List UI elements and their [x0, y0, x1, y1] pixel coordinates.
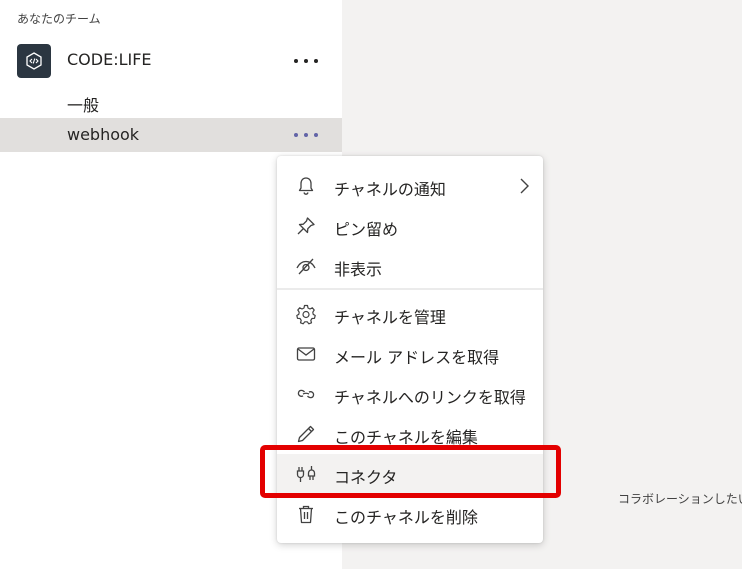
- menu-item-label: ピン留め: [334, 220, 399, 239]
- menu-item-channel-notifications[interactable]: チャネルの通知: [277, 166, 543, 206]
- menu-item-label: チャネルへのリンクを取得: [334, 388, 526, 407]
- channel-item-general[interactable]: 一般: [0, 85, 342, 119]
- chevron-right-icon: [520, 178, 529, 194]
- menu-item-label: このチャネルを削除: [334, 508, 478, 527]
- pencil-icon: [297, 425, 315, 443]
- menu-item-label: チャネルの通知: [334, 180, 446, 199]
- menu-item-pin[interactable]: ピン留め: [277, 206, 543, 246]
- channel-item-webhook[interactable]: webhook: [0, 118, 342, 152]
- link-icon: [297, 389, 315, 399]
- bell-icon: [298, 177, 314, 195]
- team-more-options-icon[interactable]: [294, 53, 318, 69]
- menu-item-get-link[interactable]: チャネルへのリンクを取得: [277, 374, 543, 414]
- menu-item-manage-channel[interactable]: チャネルを管理: [277, 294, 543, 334]
- trash-icon: [299, 505, 313, 524]
- menu-item-delete-channel[interactable]: このチャネルを削除: [277, 494, 543, 534]
- main-pane-text: コラボレーションしたい: [618, 492, 742, 506]
- channel-label: webhook: [67, 125, 140, 144]
- teams-section-heading: あなたのチーム: [17, 12, 101, 26]
- eye-off-icon: [296, 258, 316, 275]
- team-name: CODE:LIFE: [67, 50, 152, 69]
- channel-label: 一般: [67, 96, 100, 115]
- menu-item-get-email[interactable]: メール アドレスを取得: [277, 334, 543, 374]
- menu-item-label: メール アドレスを取得: [334, 348, 500, 367]
- annotation-highlight-box: [260, 445, 561, 498]
- menu-item-label: チャネルを管理: [334, 308, 446, 327]
- menu-item-hide[interactable]: 非表示: [277, 246, 543, 286]
- team-row[interactable]: CODE:LIFE: [0, 40, 342, 80]
- mail-icon: [296, 347, 316, 361]
- gear-icon: [296, 304, 316, 325]
- menu-item-label: 非表示: [334, 260, 383, 279]
- menu-divider: [277, 288, 543, 290]
- code-brackets-icon: [26, 52, 42, 70]
- pin-icon: [297, 217, 315, 235]
- channel-more-options-icon[interactable]: [294, 127, 318, 143]
- team-avatar: [17, 44, 51, 78]
